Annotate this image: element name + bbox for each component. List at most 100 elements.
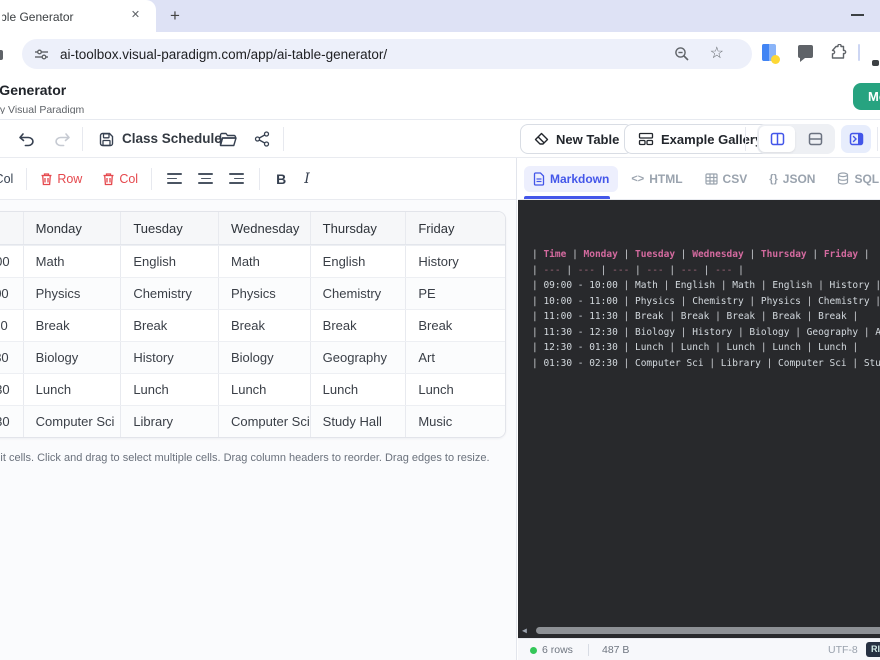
table-cell[interactable]: Music (405, 406, 505, 437)
share-button[interactable] (252, 129, 272, 149)
tab-json[interactable]: {} JSON (760, 166, 824, 192)
new-table-button[interactable]: New Table (520, 124, 633, 154)
table-cell[interactable]: Math (23, 246, 121, 277)
app-header: AI Table Generator by Visual Paradigm Mo… (0, 75, 880, 120)
extension-chat-icon[interactable] (798, 45, 813, 58)
url-text[interactable]: ai-toolbox.visual-paradigm.com/app/ai-ta… (60, 47, 387, 62)
delete-col-button[interactable]: Col (96, 167, 144, 191)
table-cell[interactable]: PE (405, 278, 505, 309)
markdown-code-view[interactable]: | Time | Monday | Tuesday | Wednesday | … (518, 200, 880, 638)
delete-row-button[interactable]: Row (34, 167, 88, 191)
code-line: | 11:00 - 11:30 | Break | Break | Break … (532, 309, 880, 325)
table-cell[interactable]: Lunch (218, 374, 310, 405)
table-cell[interactable]: Study Hall (310, 406, 406, 437)
table-header-cell[interactable]: Tuesday (120, 212, 218, 244)
toggle-right-panel-button[interactable] (841, 125, 871, 153)
table-cell[interactable]: Computer Sci (218, 406, 310, 437)
table-header-cell[interactable]: Thursday (310, 212, 406, 244)
browser-tab[interactable]: AI Table Generator ✕ (0, 0, 156, 32)
table-cell[interactable]: 01:30 - 02:30 (0, 406, 23, 437)
table-cell[interactable]: 09:00 - 10:00 (0, 246, 23, 277)
url-bar[interactable]: ai-toolbox.visual-paradigm.com/app/ai-ta… (22, 39, 752, 69)
split-vertical-button[interactable] (759, 126, 795, 152)
tab-html[interactable]: <> HTML (622, 166, 691, 192)
table-cell[interactable]: Biology (218, 342, 310, 373)
schedule-table[interactable]: TimeMondayTuesdayWednesdayThursdayFriday… (0, 211, 506, 438)
table-cell[interactable]: Break (218, 310, 310, 341)
sql-database-icon (837, 172, 849, 185)
table-cell[interactable]: 12:30 - 01:30 (0, 374, 23, 405)
byte-size: 487 B (602, 644, 629, 656)
split-horizontal-button[interactable] (797, 126, 833, 152)
table-cell[interactable]: Lunch (120, 374, 218, 405)
open-folder-button[interactable] (218, 129, 238, 149)
save-button[interactable] (96, 129, 116, 149)
table-cell[interactable]: Geography (310, 342, 406, 373)
italic-button[interactable]: I (304, 171, 310, 187)
table-cell[interactable]: Chemistry (310, 278, 406, 309)
table-cell[interactable]: Physics (23, 278, 121, 309)
new-tab-icon[interactable]: + (164, 5, 186, 27)
table-header-cell[interactable]: Friday (405, 212, 505, 244)
table-cell[interactable]: Break (120, 310, 218, 341)
table-cell[interactable]: English (120, 246, 218, 277)
table-cell[interactable]: English (310, 246, 406, 277)
table-cell[interactable]: Library (120, 406, 218, 437)
table-header-cell[interactable]: Monday (23, 212, 121, 244)
json-braces-icon: {} (769, 173, 778, 185)
align-right-icon[interactable] (229, 173, 244, 184)
table-cell[interactable]: Biology (23, 342, 121, 373)
tab-csv[interactable]: CSV (696, 166, 757, 192)
table-cell[interactable]: 11:00 - 11:30 (0, 310, 23, 341)
table-cell[interactable]: History (120, 342, 218, 373)
extensions-puzzle-icon[interactable] (830, 44, 847, 61)
bold-button[interactable]: B (276, 171, 286, 187)
align-left-icon[interactable] (167, 173, 182, 184)
close-tab-icon[interactable]: ✕ (127, 7, 144, 24)
table-cell[interactable]: Break (310, 310, 406, 341)
layout-toggle-group (757, 124, 835, 154)
tab-sql[interactable]: SQL (828, 166, 880, 192)
minimize-window-icon[interactable] (851, 14, 864, 16)
visual-paradigm-link[interactable]: Visual Paradigm (8, 104, 84, 114)
table-cell[interactable]: Break (405, 310, 505, 341)
toolbar-icon-fragment (0, 50, 3, 60)
extension-doc-icon[interactable] (762, 44, 776, 61)
tab-markdown[interactable]: Markdown (524, 166, 618, 192)
document-title[interactable]: Class Schedule (122, 131, 222, 146)
trash-icon (40, 172, 53, 186)
horizontal-scrollbar[interactable]: ◀ (518, 626, 880, 635)
table-cell[interactable]: 10:00 - 11:00 (0, 278, 23, 309)
more-tools-button[interactable]: More (853, 83, 880, 110)
site-settings-icon[interactable] (34, 47, 49, 62)
table-cell[interactable]: Lunch (310, 374, 406, 405)
code-line: | 01:30 - 02:30 | Computer Sci | Library… (532, 356, 880, 372)
align-center-icon[interactable] (198, 173, 213, 184)
undo-button[interactable] (16, 129, 36, 149)
scroll-left-arrow-icon[interactable]: ◀ (522, 626, 527, 635)
table-cell[interactable]: Break (23, 310, 121, 341)
table-header-cell[interactable]: Time (0, 212, 23, 244)
table-cell[interactable]: Chemistry (120, 278, 218, 309)
table-cell[interactable]: Physics (218, 278, 310, 309)
table-row: 11:00 - 11:30BreakBreakBreakBreakBreak (0, 309, 505, 341)
profile-avatar-fragment[interactable] (872, 60, 879, 66)
zoom-out-icon[interactable] (674, 46, 690, 62)
add-col-button[interactable]: + Col (0, 167, 19, 191)
table-cell[interactable]: Art (405, 342, 505, 373)
scrollbar-thumb[interactable] (536, 627, 880, 634)
table-cell[interactable]: History (405, 246, 505, 277)
redo-button[interactable] (52, 129, 72, 149)
bookmark-star-icon[interactable]: ☆ (710, 43, 724, 63)
table-cell[interactable]: 11:30 - 12:30 (0, 342, 23, 373)
example-gallery-button[interactable]: Example Gallery (624, 124, 776, 154)
table-cell[interactable]: Lunch (23, 374, 121, 405)
code-line: | 09:00 - 10:00 | Math | English | Math … (532, 278, 880, 294)
csv-grid-icon (705, 173, 718, 185)
table-cell[interactable]: Computer Sci (23, 406, 121, 437)
table-header-cell[interactable]: Wednesday (218, 212, 310, 244)
table-cell[interactable]: Lunch (405, 374, 505, 405)
toolbar-divider (151, 168, 152, 190)
export-panel: Markdown <> HTML CSV {} JSON SQL | Time … (518, 158, 880, 660)
table-cell[interactable]: Math (218, 246, 310, 277)
